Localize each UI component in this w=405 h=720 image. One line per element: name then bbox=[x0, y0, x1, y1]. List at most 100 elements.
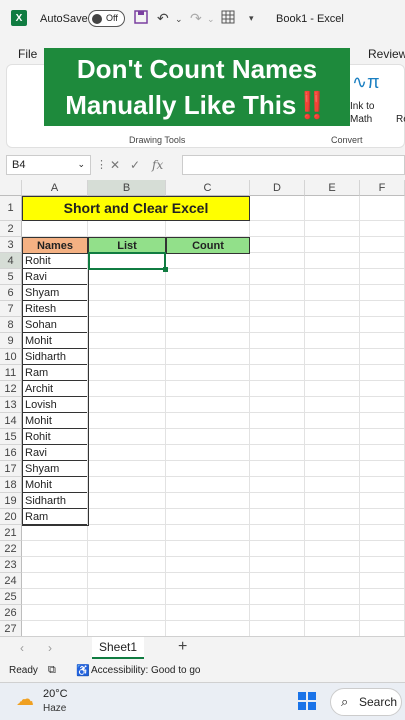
menu-file[interactable]: File bbox=[18, 47, 37, 61]
row-header-18[interactable]: 18 bbox=[0, 477, 22, 493]
name-cell[interactable]: Mohit bbox=[23, 413, 87, 429]
name-cell[interactable]: Ram bbox=[23, 509, 87, 525]
weather-temp: 20°C bbox=[43, 688, 68, 700]
next-sheet-icon[interactable]: › bbox=[48, 641, 52, 655]
taskbar-search[interactable]: ⌕ Search bbox=[330, 688, 402, 716]
gridline bbox=[22, 556, 405, 557]
undo-dropdown-icon[interactable]: ⌄ bbox=[175, 14, 183, 25]
row-header-26[interactable]: 26 bbox=[0, 605, 22, 621]
gridline bbox=[249, 196, 250, 636]
row-header-20[interactable]: 20 bbox=[0, 509, 22, 525]
status-ready: Ready bbox=[9, 665, 38, 676]
search-icon: ⌕ bbox=[341, 694, 349, 709]
fill-handle[interactable] bbox=[163, 267, 168, 272]
gridline bbox=[304, 196, 305, 636]
name-cell[interactable]: Sidharth bbox=[23, 493, 87, 509]
name-cell[interactable]: Ram bbox=[23, 365, 87, 381]
add-sheet-button[interactable]: + bbox=[178, 638, 187, 656]
column-header-f[interactable]: F bbox=[360, 180, 405, 196]
name-box[interactable]: B4 ⌄ bbox=[6, 155, 91, 175]
autosave-toggle[interactable]: Off bbox=[88, 10, 125, 27]
name-cell[interactable]: Mohit bbox=[23, 333, 87, 349]
row-header-11[interactable]: 11 bbox=[0, 365, 22, 381]
undo-icon[interactable]: ↶ bbox=[157, 10, 169, 27]
redo-dropdown-icon[interactable]: ⌄ bbox=[207, 14, 215, 25]
row-header-24[interactable]: 24 bbox=[0, 573, 22, 589]
ink-to-math-icon[interactable]: ∿π bbox=[352, 72, 380, 93]
row-header-5[interactable]: 5 bbox=[0, 269, 22, 285]
save-icon[interactable] bbox=[134, 10, 148, 27]
more-options-icon[interactable]: ⋮ bbox=[96, 158, 107, 171]
row-header-16[interactable]: 16 bbox=[0, 445, 22, 461]
header-names[interactable]: Names bbox=[22, 237, 88, 254]
row-header-4[interactable]: 4 bbox=[0, 253, 22, 269]
selected-cell-b4[interactable] bbox=[88, 252, 166, 270]
formula-input[interactable] bbox=[182, 155, 405, 175]
row-header-17[interactable]: 17 bbox=[0, 461, 22, 477]
menu-review[interactable]: Review bbox=[368, 47, 405, 61]
header-count[interactable]: Count bbox=[166, 237, 250, 254]
redo-icon[interactable]: ↷ bbox=[190, 10, 202, 27]
macro-record-icon[interactable]: ⧉ bbox=[48, 664, 56, 677]
tab-sheet1[interactable]: Sheet1 bbox=[92, 637, 144, 659]
autosave-state: Off bbox=[106, 13, 118, 23]
row-header-2[interactable]: 2 bbox=[0, 221, 22, 237]
row-header-8[interactable]: 8 bbox=[0, 317, 22, 333]
weather-condition: Haze bbox=[43, 703, 67, 714]
select-all-corner[interactable] bbox=[0, 180, 22, 196]
gridline bbox=[22, 604, 405, 605]
customize-icon[interactable]: ▾ bbox=[249, 13, 254, 24]
accessibility-icon[interactable]: ♿ bbox=[76, 664, 90, 677]
gridline bbox=[22, 540, 405, 541]
column-header-e[interactable]: E bbox=[305, 180, 360, 196]
row-header-3[interactable]: 3 bbox=[0, 237, 22, 253]
column-header-c[interactable]: C bbox=[166, 180, 250, 196]
spreadsheet-grid[interactable]: A B C D E F 1 2 3 4 5 6 7 8 9 10 11 12 13 14 15 16 17 18 19 20 21 2… bbox=[0, 180, 405, 637]
row-header-12[interactable]: 12 bbox=[0, 381, 22, 397]
name-cell[interactable]: Ravi bbox=[23, 445, 87, 461]
name-cell[interactable]: Shyam bbox=[23, 285, 87, 301]
row-header-10[interactable]: 10 bbox=[0, 349, 22, 365]
accessibility-status[interactable]: Accessibility: Good to go bbox=[91, 665, 201, 676]
row-header-23[interactable]: 23 bbox=[0, 557, 22, 573]
row-header-6[interactable]: 6 bbox=[0, 285, 22, 301]
row-header-1[interactable]: 1 bbox=[0, 196, 22, 221]
name-cell[interactable]: Shyam bbox=[23, 461, 87, 477]
column-header-b[interactable]: B bbox=[88, 180, 166, 196]
name-cell[interactable]: Sohan bbox=[23, 317, 87, 333]
name-cell[interactable]: Mohit bbox=[23, 477, 87, 493]
row-header-21[interactable]: 21 bbox=[0, 525, 22, 541]
name-box-dropdown-icon[interactable]: ⌄ bbox=[77, 159, 85, 170]
toggle-knob bbox=[92, 14, 102, 24]
row-header-27[interactable]: 27 bbox=[0, 621, 22, 637]
column-header-a[interactable]: A bbox=[22, 180, 88, 196]
row-header-25[interactable]: 25 bbox=[0, 589, 22, 605]
title-cell[interactable]: Short and Clear Excel bbox=[22, 196, 250, 221]
windows-start-icon[interactable] bbox=[298, 692, 316, 710]
document-title: Book1 - Excel bbox=[276, 13, 344, 25]
table-icon[interactable] bbox=[221, 10, 235, 27]
name-cell[interactable]: Rohit bbox=[23, 429, 87, 445]
name-cell[interactable]: Ravi bbox=[23, 269, 87, 285]
name-cell[interactable]: Sidharth bbox=[23, 349, 87, 365]
cancel-icon[interactable]: ✕ bbox=[110, 158, 120, 172]
name-cell[interactable]: Lovish bbox=[23, 397, 87, 413]
enter-icon[interactable]: ✓ bbox=[130, 158, 140, 172]
row-header-15[interactable]: 15 bbox=[0, 429, 22, 445]
insert-function-icon[interactable]: fx bbox=[152, 158, 163, 172]
column-header-d[interactable]: D bbox=[250, 180, 305, 196]
row-header-9[interactable]: 9 bbox=[0, 333, 22, 349]
row-header-13[interactable]: 13 bbox=[0, 397, 22, 413]
name-cell[interactable]: Rohit bbox=[23, 253, 87, 269]
prev-sheet-icon[interactable]: ‹ bbox=[20, 641, 24, 655]
row-header-19[interactable]: 19 bbox=[0, 493, 22, 509]
row-header-7[interactable]: 7 bbox=[0, 301, 22, 317]
ink-to-math-button[interactable]: Ink to Math bbox=[350, 100, 380, 126]
row-header-22[interactable]: 22 bbox=[0, 541, 22, 557]
name-cell[interactable]: Ritesh bbox=[23, 301, 87, 317]
autosave-label: AutoSave bbox=[40, 13, 88, 25]
search-label: Search bbox=[359, 695, 398, 709]
row-header-14[interactable]: 14 bbox=[0, 413, 22, 429]
weather-haze-icon[interactable]: ☁ bbox=[16, 689, 34, 710]
name-cell[interactable]: Archit bbox=[23, 381, 87, 397]
